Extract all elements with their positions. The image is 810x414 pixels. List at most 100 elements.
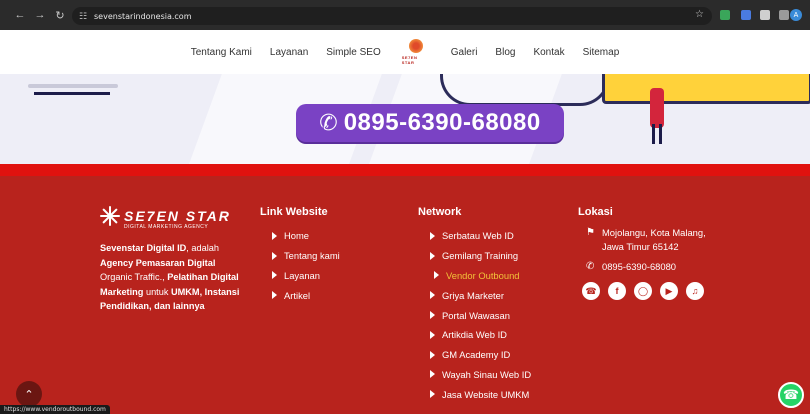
link-website-item[interactable]: Home [260,226,340,246]
back-to-top-button[interactable]: ⌃ [16,381,42,407]
nav-galeri[interactable]: Galeri [451,47,478,58]
caret-right-icon [430,350,435,359]
caret-right-icon [272,271,277,280]
profile-avatar[interactable]: A [790,9,802,21]
hero-illustration-curve [440,74,610,106]
network-item[interactable]: Portal Wawasan [418,305,531,325]
lokasi-heading: Lokasi [578,206,613,218]
link-website-item-label: Tentang kami [284,250,340,262]
hero-illustration-leg [659,124,662,144]
network-item[interactable]: Jasa Website UMKM [418,384,531,404]
network-item-label: Wayah Sinau Web ID [442,368,532,380]
nav-tentang-kami[interactable]: Tentang Kami [191,47,252,58]
caret-right-icon [272,291,277,300]
site-header: Tentang Kami Layanan Simple SEO SE7EN ST… [0,30,810,74]
network-item-label: Jasa Website UMKM [442,388,530,400]
tiktok-icon[interactable]: ♫ [686,282,704,300]
nav-sitemap[interactable]: Sitemap [583,47,620,58]
youtube-icon[interactable]: ▶ [660,282,678,300]
desc-text: untuk [143,286,171,297]
footer-top-divider [0,164,810,176]
network-item[interactable]: Serbatau Web ID [418,226,531,246]
network-item[interactable]: Griya Marketer [418,285,531,305]
call-phone-button[interactable]: ✆ 0895-6390-68080 [296,104,564,142]
caret-right-icon [434,271,439,280]
network-item[interactable]: Vendor Outbound [418,266,531,286]
whatsapp-float-button[interactable]: ☎ [778,382,804,408]
network-item[interactable]: Artikdia Web ID [418,325,531,345]
map-pin-icon: ⚑ [586,227,595,238]
extension-icon[interactable] [741,10,751,20]
link-website-item[interactable]: Artikel [260,285,340,305]
link-website-list: Home Tentang kami Layanan Artikel [260,226,340,305]
address-row: ⚑ Mojolangu, Kota Malang, Jawa Timur 651… [578,226,728,254]
network-list: Serbatau Web ID Gemilang Training Vendor O… [418,226,531,404]
footer-brand: SE7EN STAR DIGITAL MARKETING AGENCY [100,206,231,230]
chevron-up-icon: ⌃ [24,388,34,401]
phone-number: 0895-6390-68080 [343,109,541,136]
network-item-label: Portal Wawasan [442,309,510,321]
shield-extension-icon[interactable] [720,10,730,20]
logo-text: SE7EN STAR [401,55,418,65]
desc-strong: Sevenstar Digital ID [100,243,187,253]
network-item-label: GM Academy ID [442,349,511,361]
caret-right-icon [430,231,435,240]
footer-logo[interactable]: SE7EN STAR [100,206,231,226]
address-url[interactable]: sevenstarindonesia.com [94,12,192,21]
star-burst-icon [408,39,423,53]
facebook-icon[interactable]: f [608,282,626,300]
hero-underline [34,92,110,95]
nav-simple-seo[interactable]: Simple SEO [326,47,380,58]
whatsapp-icon[interactable]: ☎ [582,282,600,300]
network-heading: Network [418,206,462,218]
network-item[interactable]: GM Academy ID [418,345,531,365]
network-item-label: Serbatau Web ID [442,230,514,242]
extension-doc-icon[interactable] [760,10,770,20]
footer-brand-name: SE7EN STAR [124,208,231,224]
caret-right-icon [430,390,435,399]
link-website-item-label: Layanan [284,269,320,281]
caret-right-icon [430,370,435,379]
link-website-item[interactable]: Layanan [260,266,340,286]
caret-right-icon [272,231,277,240]
social-links: ☎ f ◯ ▶ ♫ [582,282,728,300]
status-bar-url: https://www.vendoroutbound.com [0,405,110,414]
site-footer: SE7EN STAR DIGITAL MARKETING AGENCY Seve… [0,176,810,414]
extensions-puzzle-icon[interactable] [779,10,789,20]
caret-right-icon [272,251,277,260]
footer-brand-tagline: DIGITAL MARKETING AGENCY [124,224,209,230]
caret-right-icon [430,251,435,260]
nav-kontak[interactable]: Kontak [533,47,564,58]
network-item[interactable]: Gemilang Training [418,246,531,266]
caret-right-icon [430,311,435,320]
whatsapp-icon: ☎ [782,387,800,402]
caret-right-icon [430,291,435,300]
site-settings-icon[interactable]: ☷ [76,9,90,23]
desc-text: Organic Traffic., [100,272,168,282]
bookmark-star-icon[interactable]: ☆ [695,9,704,20]
hero-bar [28,84,118,88]
hero-illustration-person [650,88,664,128]
desc-text: , adalah [186,243,219,253]
network-item[interactable]: Wayah Sinau Web ID [418,365,531,385]
link-website-item-label: Home [284,230,310,242]
network-item-label: Gemilang Training [442,250,519,262]
phone-icon: ✆ [586,261,595,272]
network-item-label: Artikdia Web ID [442,329,507,341]
link-website-item[interactable]: Tentang kami [260,246,340,266]
phone-row[interactable]: ✆ 0895-6390-68080 [578,260,728,274]
instagram-icon[interactable]: ◯ [634,282,652,300]
address-bar[interactable]: ☷ sevenstarindonesia.com ☆ [72,7,712,25]
back-arrow-icon[interactable]: ← [12,7,28,23]
forward-arrow-icon[interactable]: → [32,7,48,23]
nav-layanan[interactable]: Layanan [270,47,308,58]
caret-right-icon [430,330,435,339]
hero-section: ✆ 0895-6390-68080 [0,74,810,164]
desc-strong: Agency Pemasaran Digital [100,257,216,268]
network-item-label: Vendor Outbound [446,269,520,281]
reload-icon[interactable]: ↻ [52,7,68,23]
footer-description: Sevenstar Digital ID, adalah Agency Pema… [100,241,245,314]
hero-illustration-screen [602,74,810,104]
nav-blog[interactable]: Blog [495,47,515,58]
site-logo[interactable]: SE7EN STAR [402,35,430,69]
